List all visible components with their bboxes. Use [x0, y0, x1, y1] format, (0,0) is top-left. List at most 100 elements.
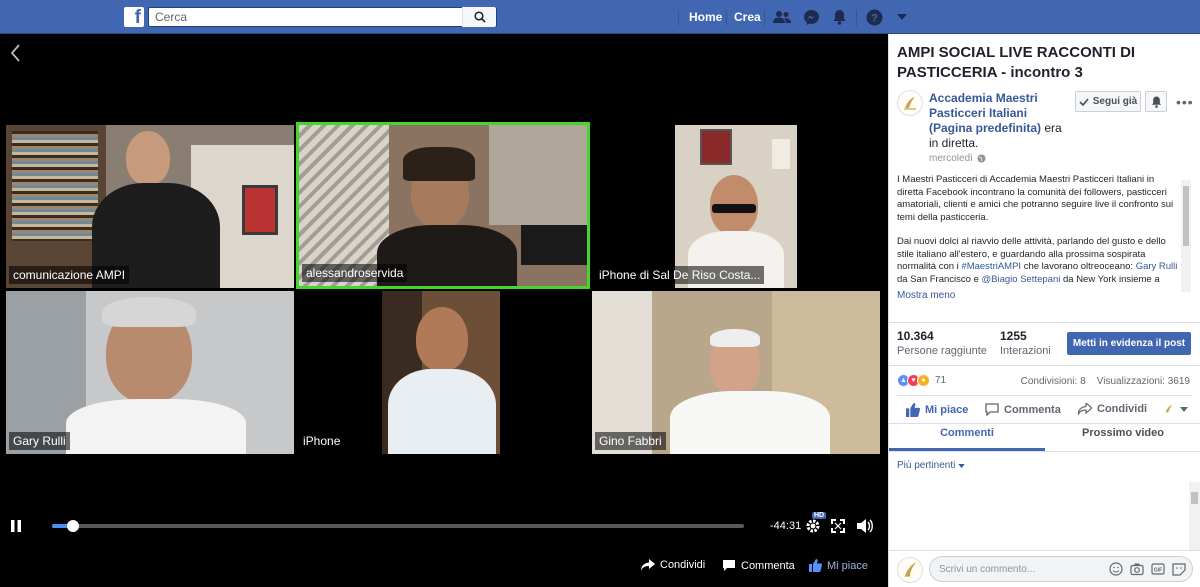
- commenter-avatar: [897, 557, 923, 583]
- page-name-link[interactable]: Accademia Maestri Pasticceri Italiani (P…: [929, 91, 1041, 135]
- participant-name: Gary Rulli: [9, 432, 70, 450]
- share-video-button[interactable]: Condividi: [641, 559, 705, 571]
- share-icon: [1078, 403, 1092, 415]
- volume-icon[interactable]: [856, 518, 874, 534]
- wall-painting: [700, 129, 732, 165]
- boost-post-button[interactable]: Metti in evidenza il post: [1067, 332, 1191, 355]
- following-button[interactable]: Segui già: [1075, 91, 1141, 112]
- comment-video-button[interactable]: Commenta: [722, 559, 795, 572]
- wall-poster: [242, 185, 278, 235]
- search-input[interactable]: [149, 8, 459, 26]
- svg-text:GIF: GIF: [1154, 568, 1162, 574]
- comment-sort-dropdown[interactable]: Più pertinenti: [897, 460, 965, 471]
- description-paragraph: Dai nuovi dolci al riavvio delle attivit…: [897, 236, 1178, 285]
- participant-name: Gino Fabbri: [595, 432, 666, 450]
- notifications-icon[interactable]: [829, 8, 849, 26]
- home-link[interactable]: Home: [689, 10, 722, 24]
- participant-face: [416, 307, 468, 371]
- comment-input[interactable]: [930, 557, 1100, 581]
- chevron-down-icon: [958, 464, 965, 468]
- tab-comments[interactable]: Commenti: [889, 427, 1045, 439]
- wow-reaction-icon: ●: [917, 374, 930, 387]
- video-player[interactable]: comunicazione AMPI alessandroservida iPh…: [0, 34, 888, 587]
- nav-separator: [856, 10, 857, 26]
- hd-badge: HD: [812, 512, 827, 519]
- bell-icon: [1151, 96, 1161, 108]
- like-video-button[interactable]: Mi piace: [809, 559, 868, 572]
- page-logo-icon: [904, 562, 917, 577]
- video-controls: -44:31 HD: [0, 512, 888, 542]
- description-scrollbar[interactable]: [1181, 180, 1191, 292]
- tab-next-video[interactable]: Prossimo video: [1045, 427, 1200, 439]
- friend-requests-icon[interactable]: [772, 8, 792, 26]
- shares-count[interactable]: Condivisioni: 8: [1021, 376, 1086, 387]
- globe-icon: [977, 154, 986, 163]
- comment-tools: GIF: [1109, 562, 1186, 576]
- participant-name: comunicazione AMPI: [9, 266, 130, 284]
- back-arrow-icon[interactable]: [8, 42, 22, 64]
- share-icon: [641, 559, 655, 571]
- post-title: AMPI SOCIAL LIVE RACCONTI DI PASTICCERIA…: [897, 44, 1136, 81]
- emoji-icon[interactable]: [1109, 562, 1123, 576]
- progress-bar[interactable]: [52, 520, 744, 532]
- share-view-stats: Condivisioni: 8 Visualizzazioni: 3619: [1021, 376, 1190, 387]
- reactions-summary[interactable]: ▲ ♥ ● 71: [897, 374, 946, 387]
- thumbs-up-icon: [809, 559, 822, 572]
- sticker-icon[interactable]: [1172, 562, 1186, 576]
- create-link[interactable]: Crea: [734, 10, 761, 24]
- camera-icon[interactable]: [1130, 562, 1144, 576]
- reactions-count: 71: [935, 375, 947, 386]
- show-less-link[interactable]: Mostra meno: [897, 290, 955, 301]
- post-side-panel: AMPI SOCIAL LIVE RACCONTI DI PASTICCERIA…: [888, 34, 1200, 587]
- notifications-toggle-button[interactable]: [1145, 91, 1167, 112]
- post-as-selector[interactable]: [1163, 403, 1188, 415]
- page-author: Accademia Maestri Pasticceri Italiani (P…: [929, 91, 1064, 151]
- settings-button[interactable]: HD: [805, 512, 827, 534]
- nav-separator: [678, 10, 679, 26]
- gear-icon: [806, 519, 820, 533]
- interactions-count: 1255: [1000, 329, 1027, 343]
- facebook-logo[interactable]: f: [124, 7, 144, 27]
- mention-link[interactable]: @Biagio Settepani: [982, 274, 1061, 285]
- comment-button[interactable]: Commenta: [985, 403, 1061, 416]
- chevron-down-icon: [1180, 406, 1188, 412]
- time-remaining: -44:31: [770, 520, 802, 532]
- video-tile: comunicazione AMPI: [6, 125, 294, 288]
- post-date[interactable]: mercoledì: [929, 153, 986, 164]
- video-tile: iPhone di Sal De Riso Costa...: [592, 125, 880, 288]
- messenger-icon[interactable]: [801, 8, 821, 26]
- hashtag-link[interactable]: #MaestriAMPI: [961, 261, 1021, 272]
- more-options-icon[interactable]: •••: [1176, 94, 1194, 110]
- participant-face: [126, 131, 170, 185]
- page-avatar[interactable]: [897, 90, 923, 116]
- comment-input-box: GIF: [929, 556, 1193, 582]
- search-box: [148, 7, 497, 27]
- participant-name: iPhone di Sal De Riso Costa...: [595, 266, 765, 284]
- people-reached-label: Persone raggiunte: [897, 345, 987, 357]
- progress-handle[interactable]: [66, 520, 79, 532]
- views-count: Visualizzazioni: 3619: [1096, 376, 1190, 387]
- comment-icon: [985, 403, 999, 416]
- mention-link[interactable]: Gary Rulli: [1136, 261, 1178, 272]
- video-tile: Gary Rulli: [6, 291, 294, 454]
- top-navigation-bar: f Home Crea ?: [0, 0, 1200, 34]
- video-tile: iPhone: [296, 291, 590, 454]
- gif-icon[interactable]: GIF: [1151, 562, 1165, 576]
- share-button[interactable]: Condividi: [1078, 403, 1147, 415]
- people-reached-count: 10.364: [897, 329, 934, 343]
- nav-separator: [726, 10, 727, 26]
- video-tile-active-speaker: alessandroservida: [296, 122, 590, 289]
- description-paragraph: I Maestri Pasticceri di Accademia Maestr…: [897, 174, 1174, 223]
- comment-composer: GIF: [889, 550, 1200, 587]
- search-button[interactable]: [462, 7, 496, 27]
- like-button[interactable]: Mi piace: [906, 403, 968, 417]
- video-action-bar: Condividi Commenta Mi piace: [0, 551, 888, 581]
- video-tile: Gino Fabbri: [592, 291, 880, 454]
- help-icon[interactable]: ?: [864, 8, 884, 26]
- pause-icon[interactable]: [11, 520, 21, 532]
- svg-text:?: ?: [871, 12, 878, 24]
- dropdown-icon[interactable]: [892, 8, 912, 26]
- panel-scrollbar[interactable]: [1189, 482, 1200, 552]
- comment-icon: [723, 560, 735, 571]
- fullscreen-icon[interactable]: [831, 519, 845, 533]
